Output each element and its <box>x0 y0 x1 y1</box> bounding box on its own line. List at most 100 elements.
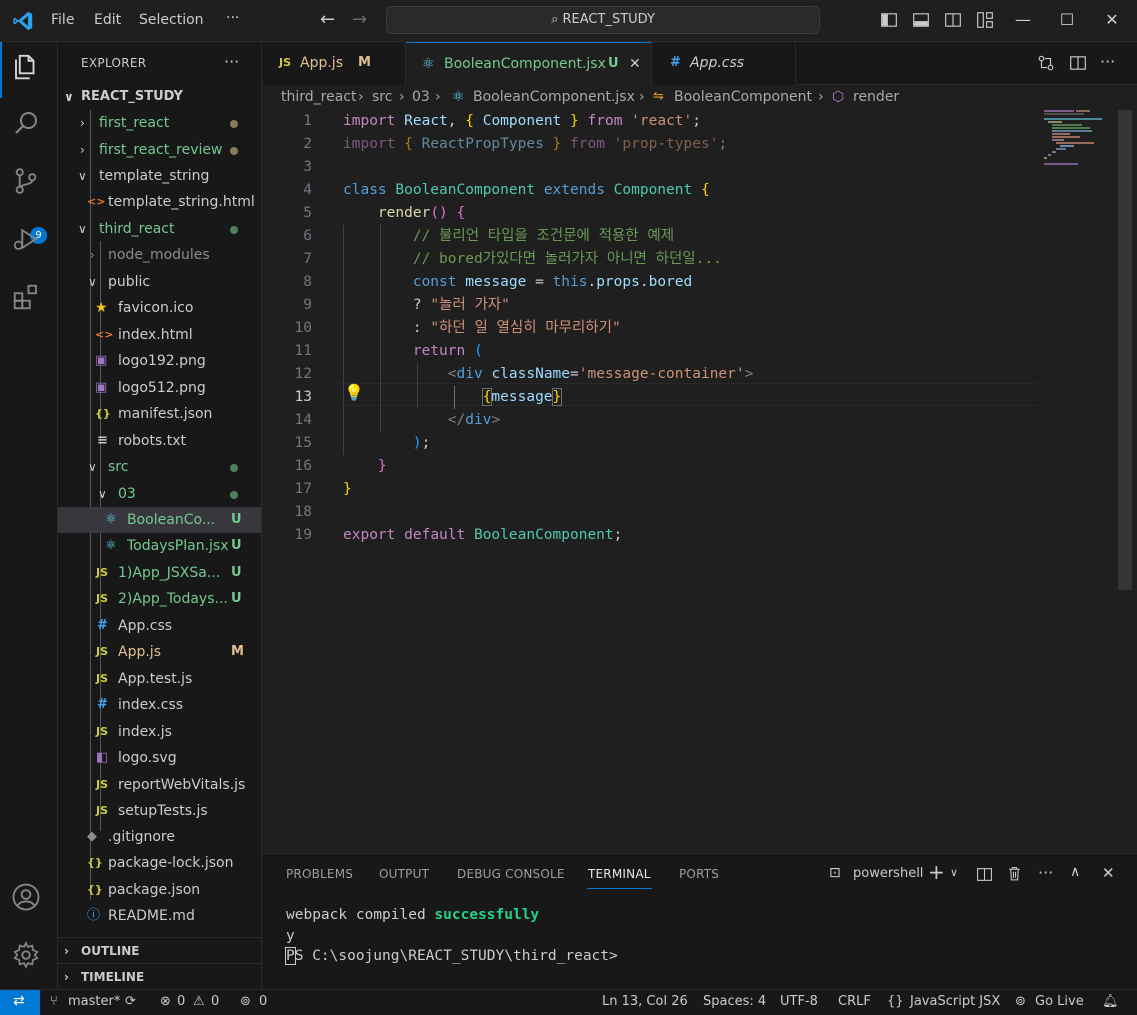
folder-src[interactable]: ∨ src <box>58 454 261 480</box>
file-index-html[interactable]: <> index.html <box>58 322 261 348</box>
file-readme[interactable]: ⓘ README.md <box>58 903 261 929</box>
file-robots[interactable]: ≡ robots.txt <box>58 428 261 454</box>
breadcrumb-item[interactable]: BooleanComponent.jsx <box>473 86 635 108</box>
close-window-icon[interactable]: ✕ <box>1103 11 1121 29</box>
menu-more[interactable]: ··· <box>226 10 239 26</box>
minimize-icon[interactable]: — <box>1014 11 1032 29</box>
file-package-lock[interactable]: {} package-lock.json <box>58 850 261 876</box>
timeline-section[interactable]: › TIMELINE <box>58 963 261 989</box>
explorer-more-icon[interactable]: ··· <box>224 52 239 71</box>
breadcrumb-item[interactable]: 03 <box>412 86 430 108</box>
file-app-js[interactable]: JS App.js M <box>58 639 261 665</box>
breadcrumb-item[interactable]: BooleanComponent <box>674 86 812 108</box>
extensions-icon[interactable] <box>11 282 47 318</box>
folder-first-react-review[interactable]: › first_react_review <box>58 137 261 163</box>
source-control-icon[interactable] <box>11 166 47 202</box>
split-terminal-icon[interactable] <box>976 866 993 883</box>
file-logo512[interactable]: ▣ logo512.png <box>58 375 261 401</box>
encoding[interactable]: UTF-8 <box>780 994 818 1009</box>
folder-public[interactable]: ∨ public <box>58 269 261 295</box>
outline-section[interactable]: › OUTLINE <box>58 937 261 963</box>
tab-app-css[interactable]: # App.css <box>652 42 796 85</box>
editor-more-icon[interactable]: ··· <box>1100 52 1115 71</box>
toggle-secondary-sidebar-icon[interactable] <box>944 11 962 29</box>
json-file-icon: {} <box>87 856 103 869</box>
tab-ports[interactable]: PORTS <box>679 867 719 881</box>
file-app-css[interactable]: # App.css <box>58 613 261 639</box>
minimap[interactable] <box>1040 110 1118 170</box>
tab-problems[interactable]: PROBLEMS <box>286 867 353 881</box>
command-center[interactable]: ⌕ REACT_STUDY <box>386 6 820 34</box>
tab-debug-console[interactable]: DEBUG CONSOLE <box>457 867 565 881</box>
indentation[interactable]: Spaces: 4 <box>703 994 766 1009</box>
back-arrow-icon[interactable]: ← <box>320 9 335 30</box>
file-index-js[interactable]: JS index.js <box>58 719 261 745</box>
split-editor-icon[interactable] <box>1069 54 1087 72</box>
warning-count[interactable]: 0 <box>211 994 219 1009</box>
terminal-shell-label[interactable]: powershell <box>853 866 923 881</box>
toggle-panel-icon[interactable] <box>912 11 930 29</box>
line-ending[interactable]: CRLF <box>838 994 871 1009</box>
file-index-css[interactable]: # index.css <box>58 692 261 718</box>
menu-file[interactable]: File <box>51 12 74 28</box>
close-tab-icon[interactable]: ✕ <box>629 43 641 85</box>
run-debug-icon[interactable] <box>11 224 47 260</box>
folder-first-react[interactable]: › first_react <box>58 110 261 136</box>
panel-more-icon[interactable]: ··· <box>1038 863 1053 882</box>
menu-selection[interactable]: Selection <box>139 12 204 28</box>
bell-icon[interactable]: 🔔︎ <box>1102 994 1119 1009</box>
terminal-prompt[interactable]: PS C:\soojung\REACT_STUDY\third_react> <box>285 947 618 965</box>
file-app-todays[interactable]: JS 2)App_Todays... U <box>58 586 261 612</box>
breadcrumb-item[interactable]: render <box>853 86 899 108</box>
chevron-down-icon[interactable]: ∨ <box>950 866 958 879</box>
file-manifest[interactable]: {} manifest.json <box>58 401 261 427</box>
file-gitignore[interactable]: ◆ .gitignore <box>58 824 261 850</box>
search-icon[interactable] <box>11 108 47 144</box>
language-mode[interactable]: JavaScript JSX <box>910 994 1000 1009</box>
tab-app-js[interactable]: JS App.js M <box>262 42 406 85</box>
tab-boolean-component[interactable]: ⚛ BooleanComponent.jsx U ✕ <box>406 42 652 85</box>
cursor-position[interactable]: Ln 13, Col 26 <box>602 994 688 1009</box>
menu-edit[interactable]: Edit <box>94 12 121 28</box>
compare-changes-icon[interactable] <box>1037 54 1055 72</box>
code-editor[interactable]: 1 2 3 4 5 6 7 8 9 10 11 12 13 14 15 16 1… <box>262 110 1137 853</box>
file-template-string-html[interactable]: <> template_string.html <box>58 189 261 215</box>
file-app-test-js[interactable]: JS App.test.js <box>58 666 261 692</box>
trash-icon[interactable] <box>1006 865 1023 882</box>
branch-name[interactable]: master* <box>68 994 120 1009</box>
file-logo-svg[interactable]: ◧ logo.svg <box>58 745 261 771</box>
forward-arrow-icon[interactable]: → <box>352 9 367 30</box>
file-boolean-component[interactable]: ⚛ BooleanCo... U <box>58 507 261 533</box>
file-report-web-vitals[interactable]: JS reportWebVitals.js <box>58 772 261 798</box>
customize-layout-icon[interactable] <box>976 11 994 29</box>
file-favicon[interactable]: ★ favicon.ico <box>58 295 261 321</box>
breadcrumb-item[interactable]: third_react <box>281 86 356 108</box>
file-logo192[interactable]: ▣ logo192.png <box>58 348 261 374</box>
tab-terminal[interactable]: TERMINAL <box>588 867 651 881</box>
new-terminal-icon[interactable]: + <box>928 860 945 884</box>
editor-scrollbar[interactable] <box>1118 110 1132 590</box>
folder-03[interactable]: ∨ 03 <box>58 481 261 507</box>
remote-indicator[interactable]: ⇄ <box>0 990 40 1015</box>
workspace-root[interactable]: ∨ REACT_STUDY <box>58 84 261 110</box>
close-panel-icon[interactable]: ✕ <box>1102 864 1115 882</box>
settings-gear-icon[interactable] <box>11 940 47 976</box>
file-todays-plan[interactable]: ⚛ TodaysPlan.jsx U <box>58 533 261 559</box>
file-setup-tests[interactable]: JS setupTests.js <box>58 798 261 824</box>
explorer-icon[interactable] <box>11 52 47 88</box>
sync-icon[interactable]: ⟳ <box>125 994 136 1009</box>
toggle-primary-sidebar-icon[interactable] <box>880 11 898 29</box>
file-package-json[interactable]: {} package.json <box>58 877 261 903</box>
go-live-button[interactable]: Go Live <box>1035 994 1084 1009</box>
tab-output[interactable]: OUTPUT <box>379 867 429 881</box>
folder-node-modules[interactable]: › node_modules <box>58 242 261 268</box>
error-count[interactable]: 0 <box>177 994 185 1009</box>
ports-count[interactable]: 0 <box>259 994 267 1009</box>
account-icon[interactable] <box>11 882 47 918</box>
maximize-icon[interactable]: ☐ <box>1058 11 1076 29</box>
file-app-jsx-sample[interactable]: JS 1)App_JSXSa... U <box>58 560 261 586</box>
folder-third-react[interactable]: ∨ third_react <box>58 216 261 242</box>
breadcrumb-item[interactable]: src <box>372 86 392 108</box>
maximize-panel-icon[interactable]: ∧ <box>1070 864 1080 880</box>
folder-template-string[interactable]: ∨ template_string <box>58 163 261 189</box>
